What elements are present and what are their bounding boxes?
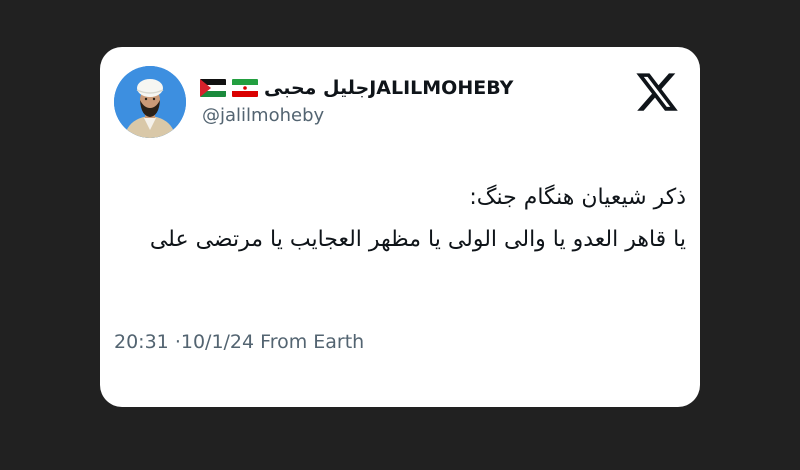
- iran-flag-icon: [232, 79, 258, 97]
- profile-avatar-image: [114, 66, 186, 138]
- tweet-text-line: ذکر شیعیان هنگام جنگ:: [469, 185, 686, 210]
- display-name[interactable]: جلیل محبیJALILMOHEBY: [264, 77, 513, 99]
- handle[interactable]: @jalilmoheby: [202, 105, 324, 126]
- tweet-meta: 20:31 ·10/1/24 From Earth: [114, 331, 364, 353]
- tweet-text-line: یا قاهر العدو یا والی الولی یا مظهر العج…: [149, 227, 686, 252]
- x-logo-icon[interactable]: [634, 69, 680, 115]
- palestine-flag-icon: [200, 79, 226, 97]
- tweet-location: From Earth: [260, 331, 365, 353]
- tweet-card: جلیل محبیJALILMOHEBY @jalilmoheby ذکر شی…: [100, 47, 700, 407]
- avatar[interactable]: [114, 66, 186, 138]
- tweet-time[interactable]: 20:31: [114, 331, 169, 353]
- tweet-date[interactable]: 10/1/24: [181, 331, 254, 353]
- tweet-text: ذکر شیعیان هنگام جنگ: یا قاهر العدو یا و…: [126, 177, 686, 261]
- author-name-row: جلیل محبیJALILMOHEBY: [200, 73, 513, 103]
